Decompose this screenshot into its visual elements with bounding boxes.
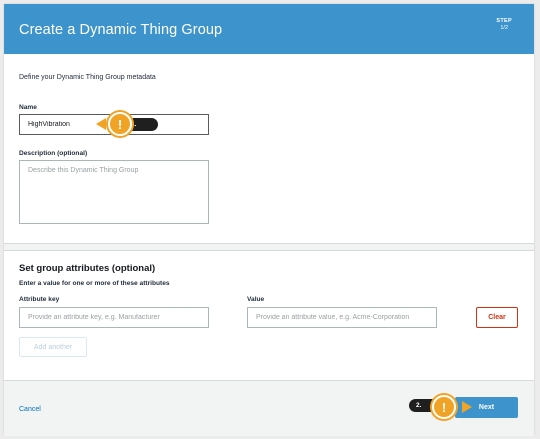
cancel-button[interactable]: Cancel	[19, 406, 41, 413]
page-title: Create a Dynamic Thing Group	[19, 22, 223, 38]
add-another-button[interactable]: Add another	[19, 337, 87, 357]
step-indicator: STEP 1/2	[496, 18, 512, 32]
wizard-dialog: Create a Dynamic Thing Group STEP 1/2 De…	[4, 4, 534, 436]
description-label: Description (optional)	[19, 150, 88, 157]
attributes-title: Set group attributes (optional)	[19, 263, 156, 274]
attributes-subtitle: Enter a value for one or more of these a…	[19, 280, 170, 287]
warning-icon: !	[108, 112, 132, 136]
attribute-value-input[interactable]	[247, 307, 437, 328]
attribute-key-input[interactable]	[19, 307, 209, 328]
section-divider	[4, 250, 534, 251]
warning-icon: !	[432, 395, 456, 419]
callout-pointer	[96, 118, 106, 130]
attribute-key-label: Attribute key	[19, 296, 60, 303]
callout-pointer	[462, 401, 472, 413]
description-textarea[interactable]	[19, 160, 209, 224]
attribute-value-label: Value	[247, 296, 265, 303]
name-label: Name	[19, 104, 37, 111]
wizard-header: Create a Dynamic Thing Group STEP 1/2	[4, 4, 534, 54]
clear-button[interactable]: Clear	[476, 307, 518, 328]
step-value: 1/2	[500, 25, 509, 31]
step-label: STEP	[496, 18, 512, 24]
metadata-intro: Define your Dynamic Thing Group metadata	[19, 74, 156, 81]
